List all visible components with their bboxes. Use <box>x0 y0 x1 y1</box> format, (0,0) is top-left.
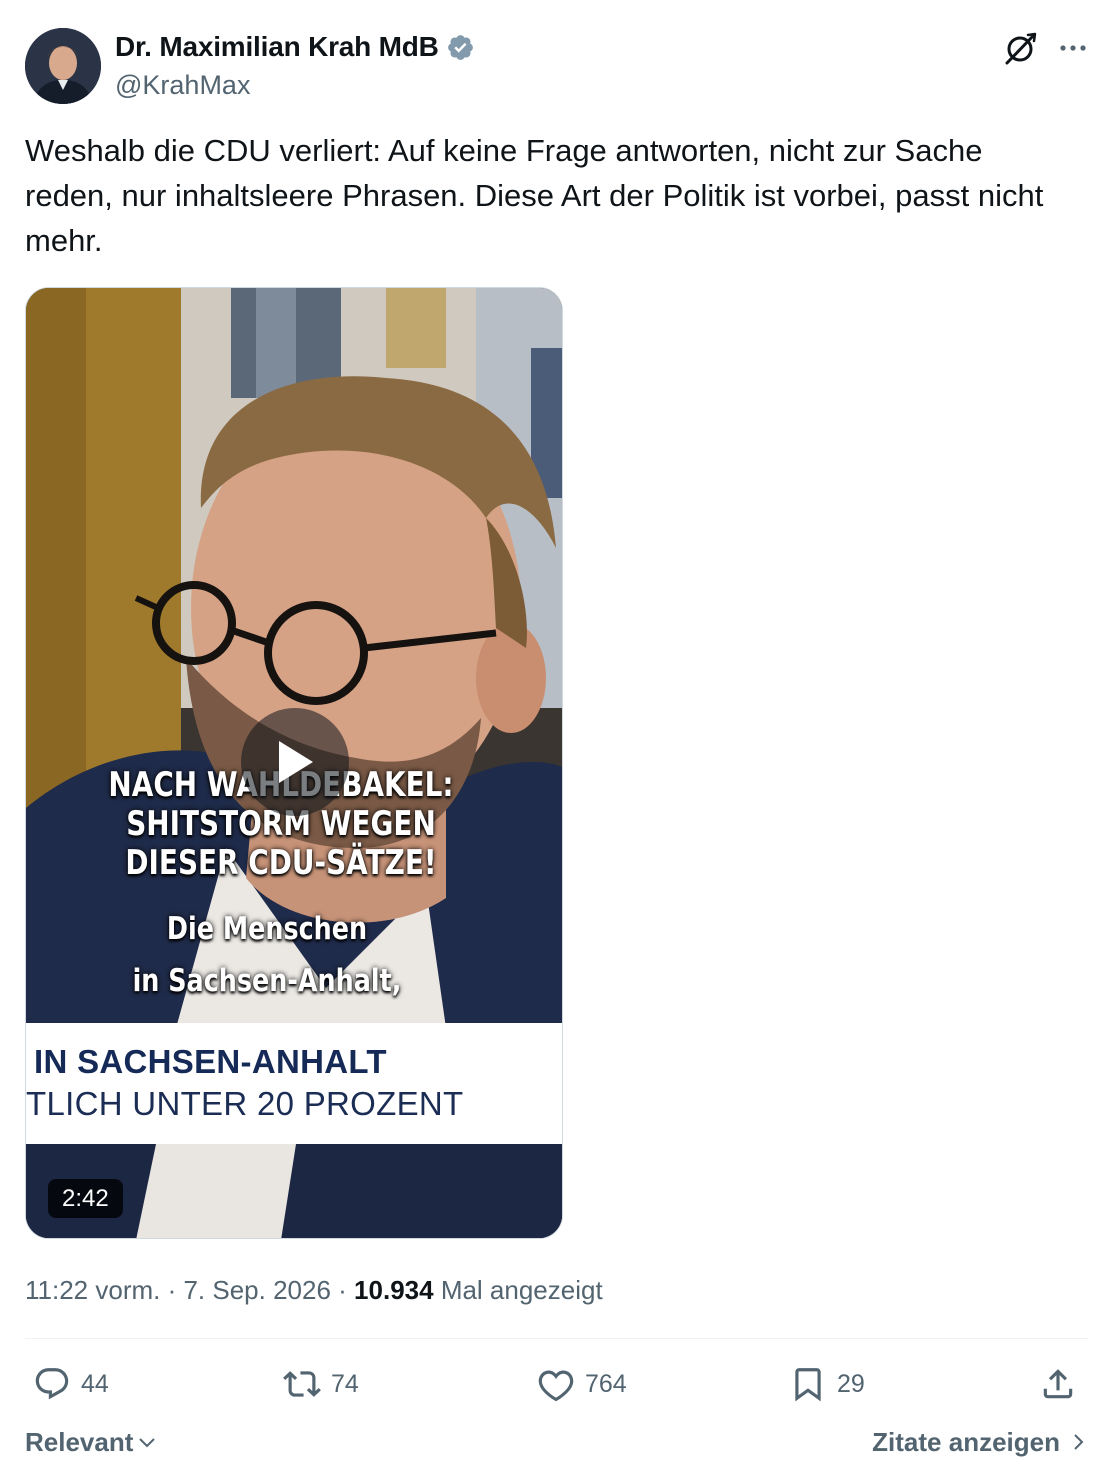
heart-icon <box>538 1370 574 1402</box>
subtitle-line: in Sachsen-Anhalt, <box>132 963 402 999</box>
reply-count: 44 <box>81 1369 109 1398</box>
repost-icon <box>283 1371 321 1397</box>
author-avatar[interactable] <box>25 28 101 104</box>
video-lower-third: IN SACHSEN-ANHALT TLICH UNTER 20 PROZENT <box>26 1023 562 1144</box>
share-icon <box>1043 1369 1073 1399</box>
author-name[interactable]: Dr. Maximilian Krah MdB <box>115 30 439 64</box>
verified-badge-icon[interactable] <box>446 33 475 62</box>
divider <box>25 1338 1088 1339</box>
subtitle-line: Die Menschen <box>166 911 368 947</box>
quotes-label: Zitate anzeigen <box>872 1427 1060 1457</box>
lower-third-subtitle: TLICH UNTER 20 PROZENT <box>26 1085 464 1122</box>
bookmark-button[interactable]: 29 <box>789 1358 865 1410</box>
chevron-down-icon <box>139 1438 156 1448</box>
lower-third-title: IN SACHSEN-ANHALT <box>34 1043 387 1080</box>
like-count: 764 <box>585 1369 627 1398</box>
more-dots-icon[interactable] <box>1058 33 1088 63</box>
video-player[interactable]: NACH WAHLDEBAKEL: SHITSTORM WEGEN DIESER… <box>25 287 563 1239</box>
avatar-image <box>25 28 101 104</box>
like-button[interactable]: 764 <box>537 1358 627 1410</box>
play-button[interactable] <box>241 708 349 816</box>
video-subtitle: Die Menschen in Sachsen-Anhalt, <box>46 903 487 1007</box>
header-actions <box>1002 30 1088 66</box>
tweet-meta: 11:22 vorm. · 7. Sep. 2026 · 10.934 Mal … <box>25 1271 603 1309</box>
repost-button[interactable]: 74 <box>283 1358 359 1410</box>
tweet-footer: Relevant Zitate anzeigen <box>25 1420 1088 1464</box>
view-quotes-link[interactable]: Zitate anzeigen <box>872 1420 1088 1464</box>
caption-line: DIESER CDU-SÄTZE! <box>125 843 437 883</box>
repost-count: 74 <box>331 1369 359 1398</box>
sort-label: Relevant <box>25 1427 134 1457</box>
play-icon <box>279 741 313 783</box>
tweet-header: Dr. Maximilian Krah MdB @KrahMax <box>25 28 1088 104</box>
grok-icon[interactable] <box>1002 30 1038 66</box>
author-info: Dr. Maximilian Krah MdB @KrahMax <box>115 30 475 102</box>
meta-separator: · <box>160 1275 184 1305</box>
share-button[interactable] <box>1039 1358 1077 1410</box>
reply-icon <box>35 1368 69 1400</box>
reply-button[interactable]: 44 <box>33 1358 109 1410</box>
view-count: 10.934 <box>354 1275 434 1305</box>
sort-dropdown[interactable]: Relevant <box>25 1420 157 1464</box>
author-handle[interactable]: @KrahMax <box>115 68 475 102</box>
bookmark-icon <box>795 1368 821 1402</box>
view-label: Mal angezeigt <box>440 1275 603 1305</box>
tweet-time[interactable]: 11:22 vorm. <box>25 1275 160 1305</box>
action-bar: 44 74 764 29 <box>25 1358 1088 1410</box>
tweet-date[interactable]: 7. Sep. 2026 <box>183 1275 330 1305</box>
meta-separator: · <box>330 1275 355 1305</box>
video-duration: 2:42 <box>48 1179 123 1218</box>
chevron-right-icon <box>1074 1434 1084 1450</box>
tweet-text: Weshalb die CDU verliert: Auf keine Frag… <box>25 133 1044 258</box>
bookmark-count: 29 <box>837 1369 865 1398</box>
